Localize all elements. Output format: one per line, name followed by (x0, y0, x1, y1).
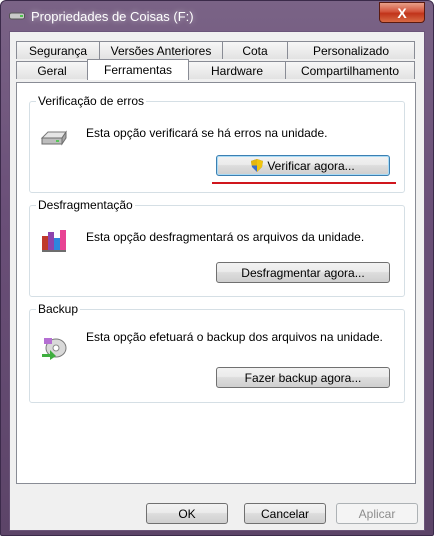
defragment-now-label: Desfragmentar agora... (241, 265, 365, 280)
ok-button[interactable]: OK (146, 503, 228, 524)
defragment-icon (42, 230, 66, 252)
defrag-group: Desfragmentação Esta opção desfragmentar… (29, 198, 405, 297)
tab-geral[interactable]: Geral (16, 61, 88, 79)
highlight-underline (212, 182, 396, 184)
properties-window: Propriedades de Coisas (F:) X Segurança … (0, 0, 434, 536)
backup-now-button[interactable]: Fazer backup agora... (216, 367, 390, 388)
check-now-button[interactable]: Verificar agora... (216, 155, 390, 176)
tab-personalizado[interactable]: Personalizado (287, 41, 415, 59)
defrag-title: Desfragmentação (36, 198, 135, 212)
tab-ferramentas[interactable]: Ferramentas (87, 59, 189, 80)
backup-icon (42, 338, 67, 360)
ok-label: OK (178, 506, 196, 521)
apply-button: Aplicar (336, 503, 418, 524)
backup-title: Backup (36, 302, 81, 316)
error-checking-description: Esta opção verificará se há erros na uni… (86, 126, 328, 140)
title-bar[interactable]: Propriedades de Coisas (F:) X (1, 1, 433, 31)
check-now-label: Verificar agora... (267, 158, 355, 173)
tab-compartilhamento[interactable]: Compartilhamento (285, 61, 415, 79)
tab-seguranca[interactable]: Segurança (16, 41, 100, 59)
tab-row-back: Segurança Versões Anteriores Cota Person… (16, 41, 415, 60)
window-title: Propriedades de Coisas (F:) (31, 9, 194, 24)
error-checking-group: Verificação de erros Esta opção verifica… (29, 94, 405, 193)
tab-hardware[interactable]: Hardware (188, 61, 286, 79)
cancel-button[interactable]: Cancelar (244, 503, 326, 524)
backup-now-label: Fazer backup agora... (244, 370, 362, 385)
backup-group: Backup Esta opção efetuará o backup dos … (29, 302, 405, 403)
drive-icon (9, 12, 25, 20)
cancel-label: Cancelar (260, 506, 310, 521)
hard-drive-icon (40, 130, 67, 146)
backup-description: Esta opção efetuará o backup dos arquivo… (86, 330, 383, 344)
uac-shield-icon (251, 159, 264, 172)
tab-row-front: Geral Ferramentas Hardware Compartilhame… (16, 59, 415, 80)
defrag-description: Esta opção desfragmentará os arquivos da… (86, 230, 365, 244)
close-icon: X (397, 4, 407, 21)
tab-cota[interactable]: Cota (222, 41, 288, 59)
error-checking-title: Verificação de erros (36, 94, 147, 108)
apply-label: Aplicar (358, 506, 396, 521)
tab-versoes-anteriores[interactable]: Versões Anteriores (99, 41, 223, 59)
dialog-client: Segurança Versões Anteriores Cota Person… (9, 31, 425, 531)
close-button[interactable]: X (379, 2, 425, 23)
defragment-now-button[interactable]: Desfragmentar agora... (216, 262, 390, 283)
tools-tab-panel: Verificação de erros Esta opção verifica… (16, 82, 416, 484)
